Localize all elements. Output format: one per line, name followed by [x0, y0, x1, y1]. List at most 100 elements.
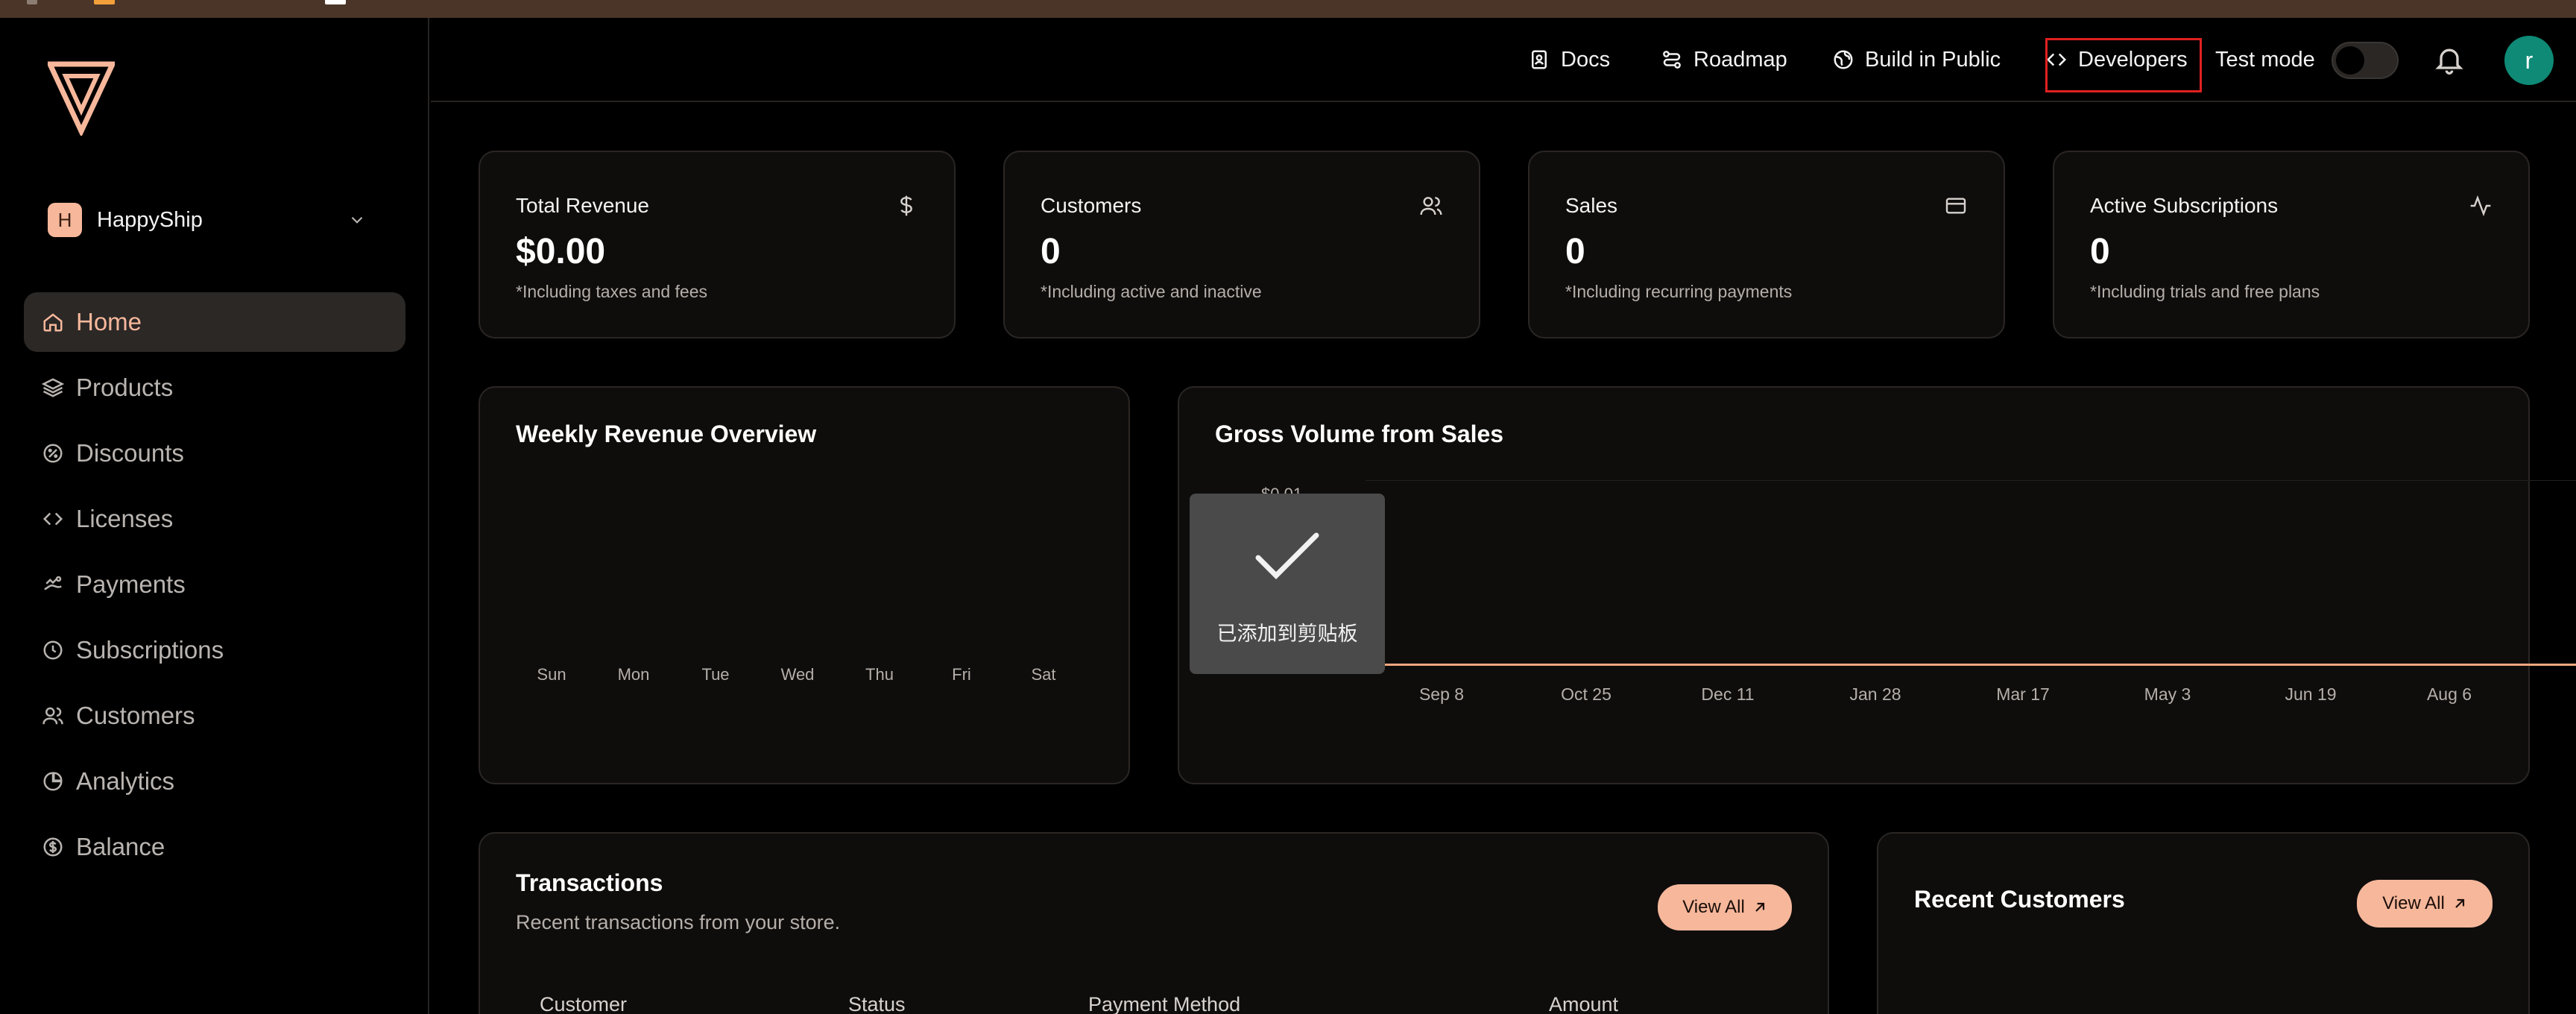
build-in-public-label: Build in Public — [1865, 47, 2001, 72]
stat-subtext: *Including trials and free plans — [2090, 282, 2320, 301]
transactions-view-all-button[interactable]: View All — [1658, 884, 1792, 930]
discount-icon — [43, 444, 63, 463]
sidebar-item-customers[interactable]: Customers — [24, 686, 405, 746]
window-top-strip — [0, 0, 2576, 18]
route-icon — [1663, 51, 1681, 69]
strip-mark — [27, 0, 37, 4]
stat-subtext: *Including active and inactive — [1041, 282, 1262, 301]
sidebar-item-payments[interactable]: Payments — [24, 555, 405, 614]
view-all-label: View All — [2382, 893, 2445, 913]
checkmark-icon — [1255, 532, 1319, 579]
weekday-label: Fri — [952, 665, 971, 684]
sidebar-item-label: Balance — [76, 833, 165, 860]
strip-mark — [94, 0, 115, 4]
workspace-avatar: H — [48, 203, 82, 237]
weekday-label: Sat — [1031, 665, 1056, 684]
column-header-amount[interactable]: Amount — [1549, 993, 1618, 1014]
transactions-title: Transactions — [516, 869, 663, 896]
bell-icon[interactable] — [2433, 43, 2466, 76]
chart-x-label: Jan 28 — [1849, 684, 1901, 704]
stat-subtext: *Including taxes and fees — [516, 282, 708, 301]
weekday-label: Mon — [617, 665, 650, 684]
weekday-label: Tue — [701, 665, 730, 684]
sidebar-item-balance[interactable]: Balance — [24, 817, 405, 877]
weekday-label: Thu — [865, 665, 894, 684]
roadmap-link[interactable]: Roadmap — [1661, 40, 1787, 79]
sidebar-item-licenses[interactable]: Licenses — [24, 489, 405, 549]
stat-label: Active Subscriptions — [2090, 194, 2279, 217]
sidebar-item-discounts[interactable]: Discounts — [24, 423, 405, 483]
workspace-switcher[interactable]: H HappyShip — [48, 201, 385, 239]
sidebar-item-label: Products — [76, 374, 174, 401]
chart-series-line — [1366, 664, 2576, 666]
chart-x-label: Oct 25 — [1561, 684, 1611, 704]
sidebar-nav: Home Products Discounts Licenses Payment… — [24, 292, 405, 883]
gross-volume-title: Gross Volume from Sales — [1215, 421, 1504, 447]
chart-x-label: May 3 — [2144, 684, 2191, 704]
clock-icon — [43, 640, 63, 660]
sidebar-item-products[interactable]: Products — [24, 358, 405, 418]
chart-x-label: Dec 11 — [1701, 684, 1755, 704]
transactions-subtitle: Recent transactions from your store. — [516, 911, 841, 933]
weekly-revenue-title: Weekly Revenue Overview — [516, 421, 817, 447]
stat-label: Customers — [1041, 194, 1142, 217]
user-avatar[interactable]: r — [2504, 36, 2554, 85]
transactions-card: Transactions Recent transactions from yo… — [479, 832, 1829, 1014]
sidebar-item-label: Payments — [76, 570, 186, 598]
sidebar-item-label: Subscriptions — [76, 636, 224, 664]
sidebar-item-home[interactable]: Home — [24, 292, 405, 352]
chart-x-label: Mar 17 — [1996, 684, 2050, 704]
test-mode-label: Test mode — [2215, 47, 2315, 72]
stat-value: 0 — [1041, 232, 1061, 271]
stat-card-customers: Customers 0 *Including active and inacti… — [1003, 151, 1480, 338]
stat-value: 0 — [1565, 232, 1585, 271]
activity-icon — [2470, 195, 2491, 217]
column-header-payment-method[interactable]: Payment Method — [1088, 993, 1240, 1014]
sidebar-item-analytics[interactable]: Analytics — [24, 752, 405, 811]
weekly-revenue-card: Weekly Revenue Overview Sun Mon Tue Wed … — [479, 386, 1130, 784]
toast-message: 已添加到剪贴板 — [1216, 623, 1358, 645]
column-header-customer[interactable]: Customer — [540, 993, 627, 1014]
credit-card-icon — [1945, 198, 1966, 214]
docs-link[interactable]: Docs — [1528, 40, 1610, 79]
build-in-public-link[interactable]: Build in Public — [1832, 40, 2001, 79]
home-icon — [43, 313, 63, 332]
developers-highlight-box — [2045, 38, 2202, 92]
layers-icon — [42, 378, 64, 397]
users-icon — [42, 707, 63, 725]
stat-label: Total Revenue — [516, 194, 650, 217]
sidebar-item-label: Analytics — [76, 767, 175, 795]
top-bar: Docs Roadmap Build in Public Developers … — [431, 18, 2576, 102]
strip-mark — [325, 0, 346, 4]
stat-card-total-revenue: Total Revenue $0.00 *Including taxes and… — [479, 151, 956, 338]
dollar-icon — [900, 195, 912, 216]
recent-customers-card: Recent Customers View All — [1877, 832, 2530, 1014]
recent-customers-title: Recent Customers — [1914, 886, 2125, 913]
clipboard-toast: 已添加到剪贴板 — [1190, 494, 1385, 674]
sidebar-item-subscriptions[interactable]: Subscriptions — [24, 620, 405, 680]
arrow-up-right-icon — [2455, 898, 2464, 908]
test-mode-toggle[interactable] — [2332, 42, 2399, 79]
code-icon — [42, 512, 63, 526]
docs-label: Docs — [1561, 47, 1611, 72]
recent-customers-view-all-button[interactable]: View All — [2357, 880, 2493, 928]
dollar-circle-icon — [43, 837, 63, 857]
book-icon — [1532, 50, 1547, 69]
sidebar-item-label: Licenses — [76, 505, 174, 532]
weekday-label: Wed — [780, 665, 815, 684]
pie-chart-icon — [43, 772, 63, 791]
globe-icon — [1834, 50, 1853, 69]
stat-card-sales: Sales 0 *Including recurring payments — [1528, 151, 2005, 338]
brand-logo — [48, 61, 115, 136]
stat-label: Sales — [1565, 194, 1618, 217]
stat-value: 0 — [2090, 232, 2110, 271]
payments-icon — [44, 576, 62, 591]
chart-x-label: Jun 19 — [2285, 684, 2337, 704]
chevron-down-icon — [351, 216, 363, 224]
weekday-label: Sun — [537, 665, 566, 684]
sidebar: H HappyShip Home Products Discounts Lice… — [0, 18, 429, 1014]
arrow-up-right-icon — [1755, 902, 1764, 912]
column-header-status[interactable]: Status — [848, 993, 906, 1014]
roadmap-label: Roadmap — [1693, 47, 1787, 72]
view-all-label: View All — [1682, 897, 1745, 917]
